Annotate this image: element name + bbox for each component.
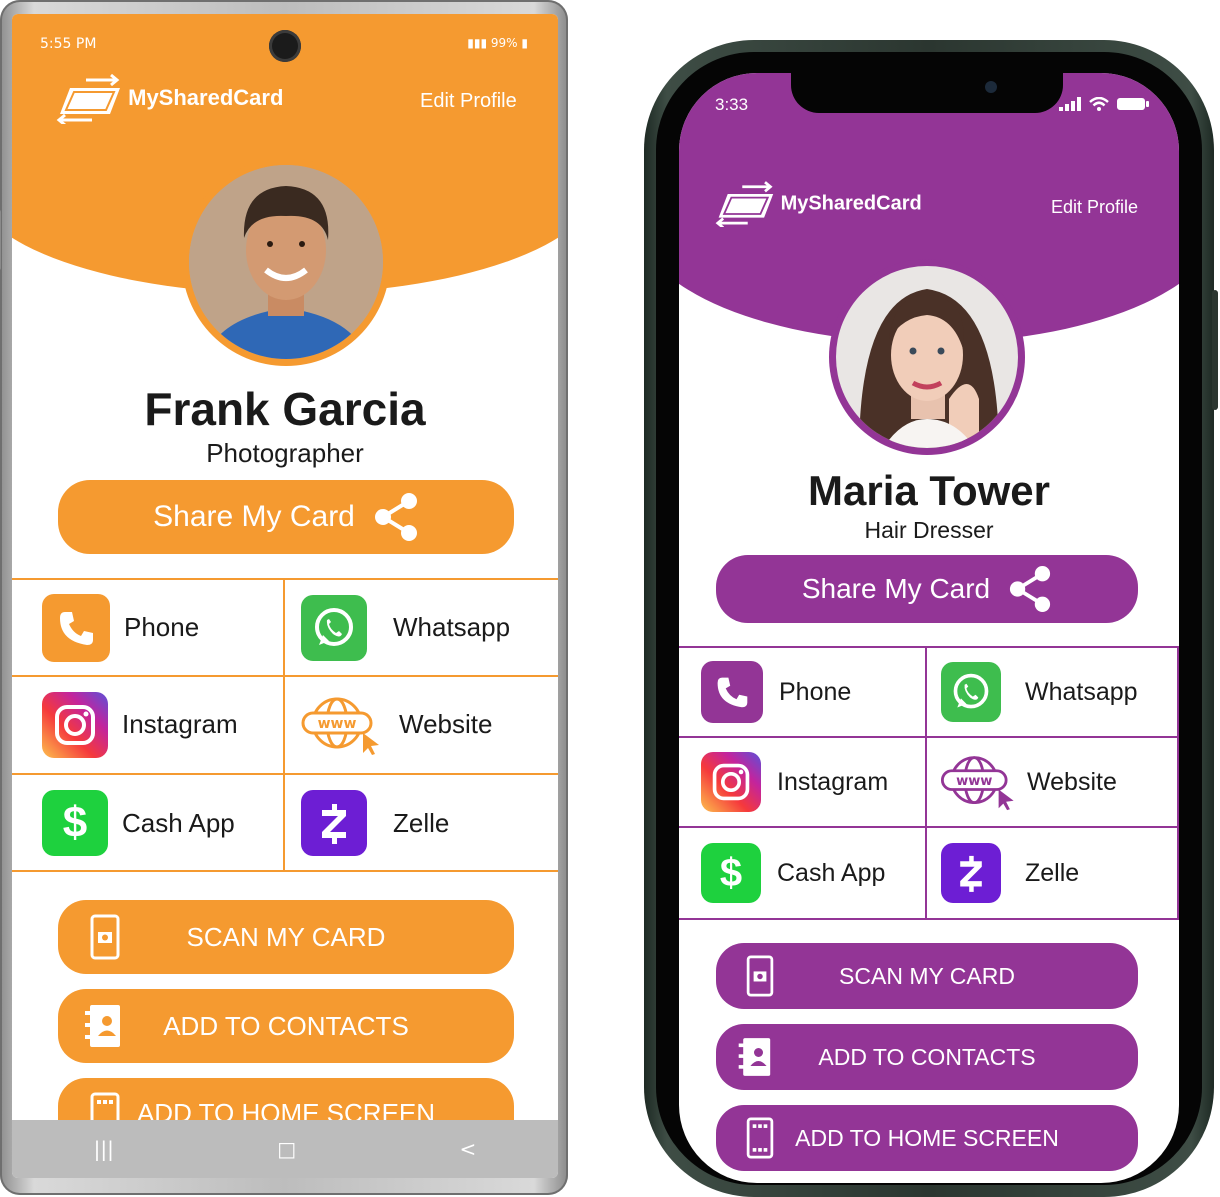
add-to-contacts-button[interactable]: ADD TO CONTACTS bbox=[58, 989, 514, 1063]
link-cashapp[interactable]: $ Cash App bbox=[679, 828, 927, 918]
signal-icon bbox=[1059, 97, 1081, 111]
brand-name: MySharedCard bbox=[128, 84, 284, 110]
instagram-icon bbox=[701, 752, 761, 812]
edit-profile-link[interactable]: Edit Profile bbox=[420, 90, 517, 113]
website-icon: www bbox=[301, 697, 379, 755]
link-label: Instagram bbox=[777, 767, 889, 796]
cashapp-icon: $ bbox=[701, 843, 761, 903]
zelle-icon bbox=[941, 843, 1001, 903]
link-label: Website bbox=[1027, 767, 1117, 796]
action-label: SCAN MY CARD bbox=[839, 962, 1015, 989]
link-website[interactable]: www Website bbox=[927, 738, 1179, 828]
whatsapp-icon bbox=[301, 594, 367, 661]
card-logo-icon bbox=[56, 74, 120, 124]
android-nav-bar: ||| □ < bbox=[12, 1120, 558, 1178]
phone-icon bbox=[701, 661, 763, 723]
add-to-contacts-button[interactable]: ADD TO CONTACTS bbox=[716, 1024, 1138, 1090]
contact-links-grid: Phone Whatsapp Instagram www Website $ C… bbox=[679, 646, 1179, 920]
recent-apps-button[interactable]: ||| bbox=[94, 1137, 114, 1161]
link-label: Cash App bbox=[122, 807, 235, 838]
android-screen: 5:55 PM ▮▮▮ 99% ▮ MySharedCard Edit Prof… bbox=[12, 14, 558, 1178]
link-instagram[interactable]: Instagram bbox=[12, 677, 285, 775]
status-bar: 3:33 bbox=[715, 95, 1149, 115]
link-label: Website bbox=[399, 709, 493, 740]
link-website[interactable]: www Website bbox=[285, 677, 558, 775]
front-camera bbox=[985, 81, 997, 93]
status-battery: ▮▮▮ 99% ▮ bbox=[467, 36, 528, 50]
person-name: Frank Garcia bbox=[144, 383, 426, 435]
link-label: Zelle bbox=[1025, 858, 1080, 887]
battery-icon bbox=[1117, 98, 1149, 110]
action-label: ADD TO HOME SCREEN bbox=[795, 1124, 1059, 1151]
status-bar: 5:55 PM ▮▮▮ 99% ▮ bbox=[40, 36, 528, 56]
person-name: Maria Tower bbox=[808, 467, 1050, 514]
grid-bottom-border bbox=[12, 870, 558, 872]
link-label: Phone bbox=[124, 612, 200, 643]
link-phone[interactable]: Phone bbox=[12, 580, 285, 678]
link-label: Zelle bbox=[393, 807, 450, 838]
phone-icon bbox=[42, 593, 110, 662]
iphone: 3:33 MySharedCard Edit Profile Maria Tow… bbox=[644, 40, 1218, 1197]
avatar bbox=[182, 158, 390, 366]
link-zelle[interactable]: Zelle bbox=[285, 775, 558, 872]
link-instagram[interactable]: Instagram bbox=[679, 738, 927, 828]
volume-button bbox=[0, 210, 1, 270]
svg-text:www: www bbox=[318, 716, 357, 732]
action-label: ADD TO CONTACTS bbox=[163, 1010, 409, 1041]
link-label: Phone bbox=[779, 677, 852, 706]
scan-my-card-button[interactable]: SCAN MY CARD bbox=[58, 900, 514, 974]
status-time: 5:55 PM bbox=[40, 36, 97, 52]
share-my-card-button[interactable]: Share My Card bbox=[716, 555, 1138, 623]
share-label: Share My Card bbox=[801, 573, 991, 604]
android-phone: 5:55 PM ▮▮▮ 99% ▮ MySharedCard Edit Prof… bbox=[0, 0, 568, 1195]
contact-links-grid: Phone Whatsapp Instagram www Website $ C… bbox=[12, 578, 558, 872]
iphone-screen: 3:33 MySharedCard Edit Profile Maria Tow… bbox=[679, 73, 1179, 1183]
link-label: Instagram bbox=[122, 709, 238, 740]
scan-my-card-button[interactable]: SCAN MY CARD bbox=[716, 943, 1138, 1009]
avatar-photo bbox=[836, 266, 1018, 448]
brand-name: MySharedCard bbox=[780, 192, 922, 215]
status-icons bbox=[1059, 97, 1149, 111]
share-my-card-button[interactable]: Share My Card bbox=[58, 480, 514, 554]
link-zelle[interactable]: Zelle bbox=[927, 828, 1179, 918]
add-to-home-screen-button[interactable]: ADD TO HOME SCREEN bbox=[716, 1105, 1138, 1171]
status-time: 3:33 bbox=[715, 95, 749, 114]
share-icon bbox=[374, 493, 417, 541]
back-button[interactable]: < bbox=[460, 1137, 477, 1161]
brand-logo[interactable]: MySharedCard bbox=[715, 181, 922, 227]
power-button bbox=[1212, 290, 1218, 410]
link-whatsapp[interactable]: Whatsapp bbox=[927, 648, 1179, 738]
person-title: Hair Dresser bbox=[864, 517, 994, 543]
action-label: SCAN MY CARD bbox=[186, 921, 386, 952]
link-whatsapp[interactable]: Whatsapp bbox=[285, 580, 558, 678]
wifi-icon bbox=[1089, 97, 1109, 111]
zelle-icon bbox=[301, 790, 367, 857]
home-button[interactable]: □ bbox=[277, 1137, 296, 1161]
link-label: Whatsapp bbox=[1025, 677, 1138, 706]
card-logo-icon bbox=[715, 181, 774, 227]
svg-text:www: www bbox=[956, 774, 992, 789]
share-label: Share My Card bbox=[153, 500, 355, 533]
website-icon: www bbox=[940, 756, 1014, 811]
cashapp-icon: $ bbox=[42, 790, 108, 857]
person-title: Photographer bbox=[206, 438, 364, 468]
action-label: ADD TO CONTACTS bbox=[818, 1043, 1036, 1070]
whatsapp-icon bbox=[941, 662, 1001, 722]
link-cashapp[interactable]: $ Cash App bbox=[12, 774, 285, 872]
avatar bbox=[829, 259, 1025, 455]
link-label: Cash App bbox=[777, 858, 886, 887]
link-phone[interactable]: Phone bbox=[679, 648, 927, 738]
link-label: Whatsapp bbox=[393, 612, 511, 643]
brand-logo[interactable]: MySharedCard bbox=[56, 74, 283, 124]
edit-profile-link[interactable]: Edit Profile bbox=[1051, 197, 1138, 218]
instagram-icon bbox=[42, 691, 108, 758]
share-icon bbox=[1010, 566, 1051, 612]
avatar-photo bbox=[189, 165, 383, 359]
